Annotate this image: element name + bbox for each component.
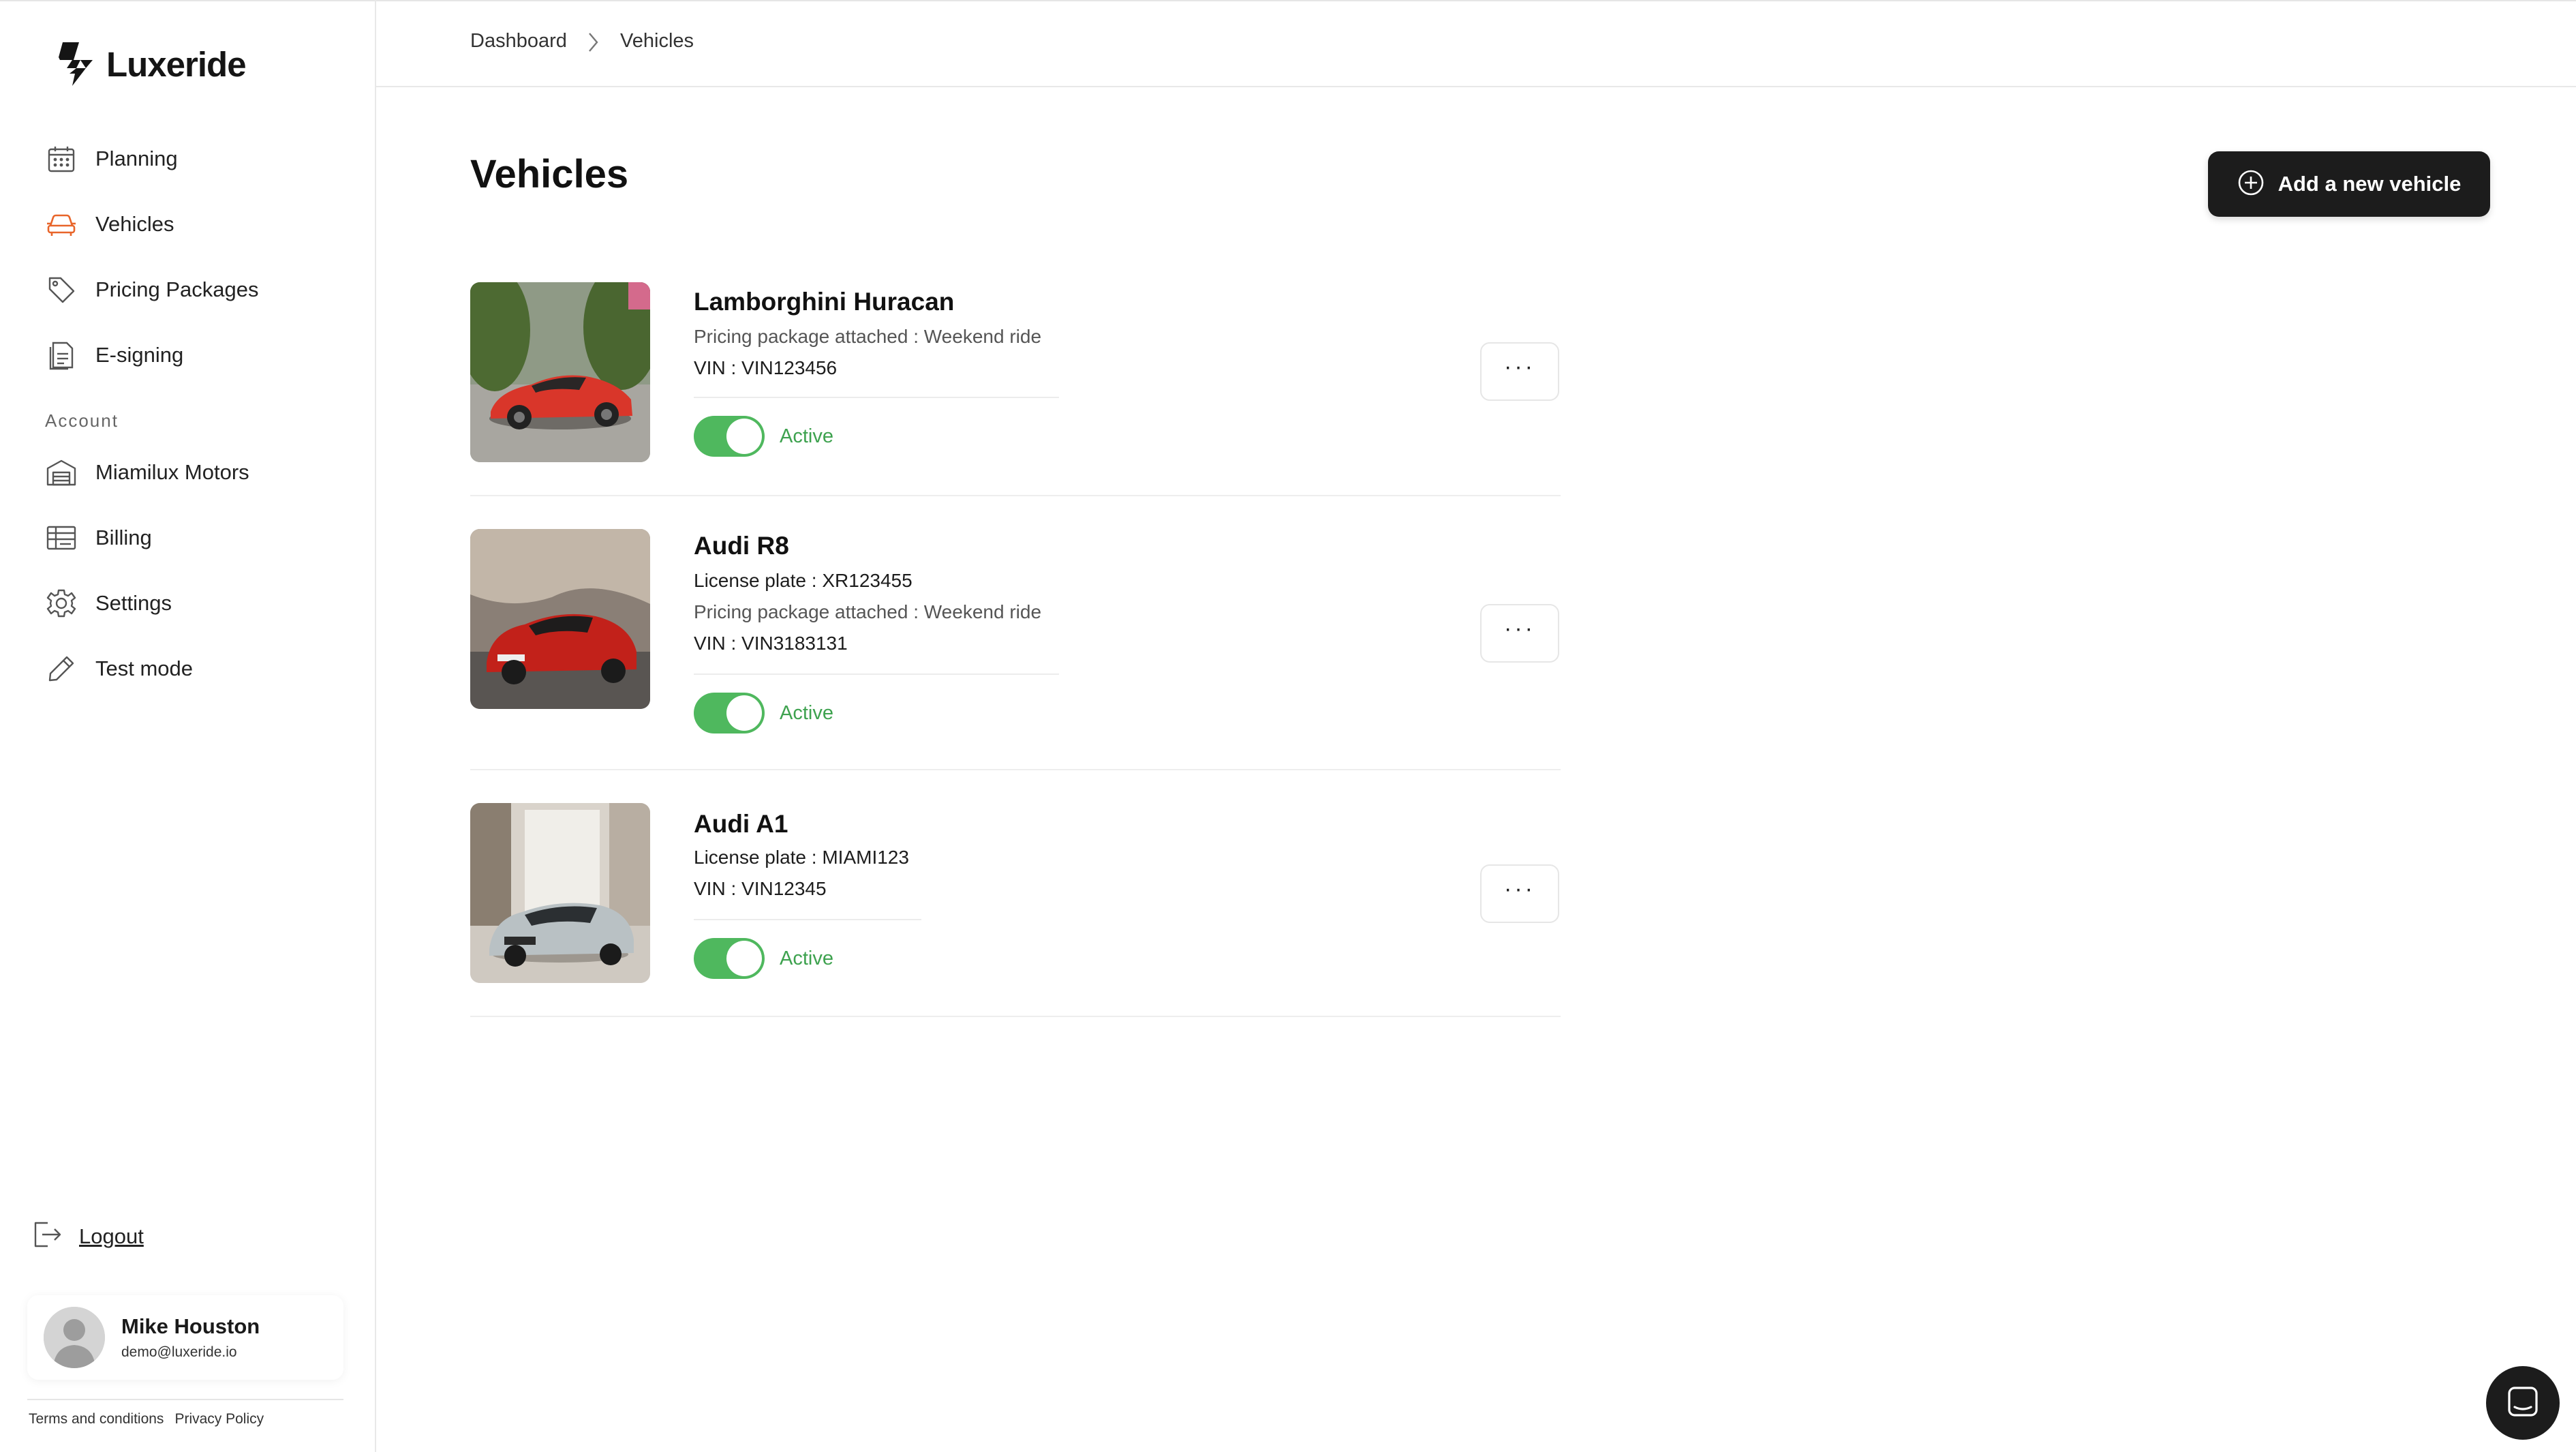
- footer-links: Terms and conditions Privacy Policy: [29, 1411, 264, 1427]
- terms-link[interactable]: Terms and conditions: [29, 1411, 164, 1427]
- vehicle-name: Audi A1: [694, 810, 788, 838]
- lightning-logo-icon: [59, 42, 93, 86]
- sidebar-item-label: Billing: [95, 526, 152, 549]
- vehicle-pricing-package: Pricing package attached : Weekend ride: [694, 326, 1042, 347]
- sidebar-item-planning[interactable]: Planning: [45, 135, 178, 183]
- row-divider: [470, 769, 1561, 770]
- gear-icon: [45, 587, 78, 620]
- sidebar-item-vehicles[interactable]: Vehicles: [45, 200, 174, 248]
- logout-link[interactable]: Logout: [33, 1220, 144, 1252]
- privacy-link[interactable]: Privacy Policy: [174, 1411, 264, 1427]
- chat-launcher-button[interactable]: [2486, 1366, 2560, 1440]
- user-card[interactable]: Mike Houston demo@luxeride.io: [27, 1295, 343, 1380]
- vehicle-status: Active: [780, 425, 833, 447]
- add-vehicle-label: Add a new vehicle: [2278, 172, 2462, 196]
- sidebar-item-miamilux-motors[interactable]: Miamilux Motors: [45, 449, 249, 496]
- user-name: Mike Houston: [121, 1314, 260, 1338]
- add-vehicle-button[interactable]: Add a new vehicle: [2208, 151, 2490, 217]
- sidebar-item-billing[interactable]: Billing: [45, 514, 152, 562]
- logout-label: Logout: [79, 1224, 144, 1248]
- sidebar-item-test-mode[interactable]: Test mode: [45, 645, 193, 693]
- more-dots-icon: ···: [1504, 876, 1535, 902]
- garage-icon: [45, 456, 78, 489]
- vehicle-vin: VIN : VIN3183131: [694, 633, 848, 654]
- row-divider: [470, 495, 1561, 496]
- pencil-icon: [45, 652, 78, 685]
- tag-icon: [45, 273, 78, 306]
- vehicle-name: Lamborghini Huracan: [694, 288, 955, 316]
- vehicle-name: Audi R8: [694, 532, 789, 560]
- vehicle-more-button[interactable]: ···: [1480, 604, 1559, 663]
- user-email: demo@luxeride.io: [121, 1344, 237, 1360]
- plus-circle-icon: [2237, 169, 2265, 200]
- billing-icon: [45, 521, 78, 554]
- vehicle-separator: [694, 919, 921, 920]
- page-title: Vehicles: [470, 152, 629, 196]
- sidebar-item-e-signing[interactable]: E-signing: [45, 331, 183, 379]
- sidebar-item-label: E-signing: [95, 343, 184, 367]
- vehicle-license-plate: License plate : MIAMI123: [694, 847, 909, 868]
- chevron-right-icon: [586, 31, 600, 57]
- vehicle-more-button[interactable]: ···: [1480, 864, 1559, 923]
- sidebar-item-label: Planning: [95, 147, 178, 170]
- more-dots-icon: ···: [1504, 616, 1535, 641]
- app-root: Luxeride Planning Vehicles Pricing Packa…: [0, 0, 2576, 1452]
- vehicle-image[interactable]: [470, 529, 650, 709]
- breadcrumb-vehicles: Vehicles: [620, 30, 694, 52]
- vehicle-active-toggle[interactable]: [694, 693, 765, 733]
- more-dots-icon: ···: [1504, 354, 1535, 380]
- sidebar: Luxeride Planning Vehicles Pricing Packa…: [0, 0, 376, 1452]
- vehicle-image[interactable]: [470, 282, 650, 462]
- vehicle-license-plate: License plate : XR123455: [694, 570, 913, 591]
- sidebar-item-settings[interactable]: Settings: [45, 579, 172, 627]
- vehicle-vin: VIN : VIN123456: [694, 357, 838, 378]
- vehicle-status: Active: [780, 948, 833, 969]
- sidebar-item-label: Vehicles: [95, 212, 174, 236]
- vehicle-separator: [694, 397, 1059, 398]
- logout-icon: [33, 1220, 63, 1252]
- vehicle-pricing-package: Pricing package attached : Weekend ride: [694, 601, 1042, 622]
- vehicle-active-toggle[interactable]: [694, 416, 765, 457]
- vehicle-vin: VIN : VIN12345: [694, 878, 827, 899]
- car-icon: [45, 208, 78, 241]
- sidebar-item-pricing-packages[interactable]: Pricing Packages: [45, 266, 259, 314]
- breadcrumb: Dashboard Vehicles: [376, 0, 2576, 87]
- calendar-icon: [45, 142, 78, 175]
- account-section-title: Account: [45, 410, 119, 431]
- vehicle-active-toggle[interactable]: [694, 938, 765, 979]
- sidebar-item-label: Settings: [95, 591, 172, 615]
- vehicle-status: Active: [780, 702, 833, 724]
- avatar: [44, 1307, 105, 1368]
- logo-text: Luxeride: [106, 44, 247, 84]
- sidebar-item-label: Pricing Packages: [95, 277, 259, 301]
- sidebar-item-label: Test mode: [95, 656, 194, 680]
- sidebar-divider: [27, 1399, 343, 1400]
- vehicle-image[interactable]: [470, 803, 650, 983]
- row-divider: [470, 1016, 1561, 1017]
- sidebar-item-label: Miamilux Motors: [95, 460, 249, 484]
- user-info: Mike Houston demo@luxeride.io: [121, 1314, 260, 1361]
- chat-icon: [2505, 1384, 2541, 1423]
- breadcrumb-dashboard[interactable]: Dashboard: [470, 30, 567, 52]
- vehicle-separator: [694, 674, 1059, 675]
- vehicle-more-button[interactable]: ···: [1480, 342, 1559, 401]
- logo[interactable]: Luxeride: [53, 41, 247, 87]
- document-icon: [45, 339, 78, 372]
